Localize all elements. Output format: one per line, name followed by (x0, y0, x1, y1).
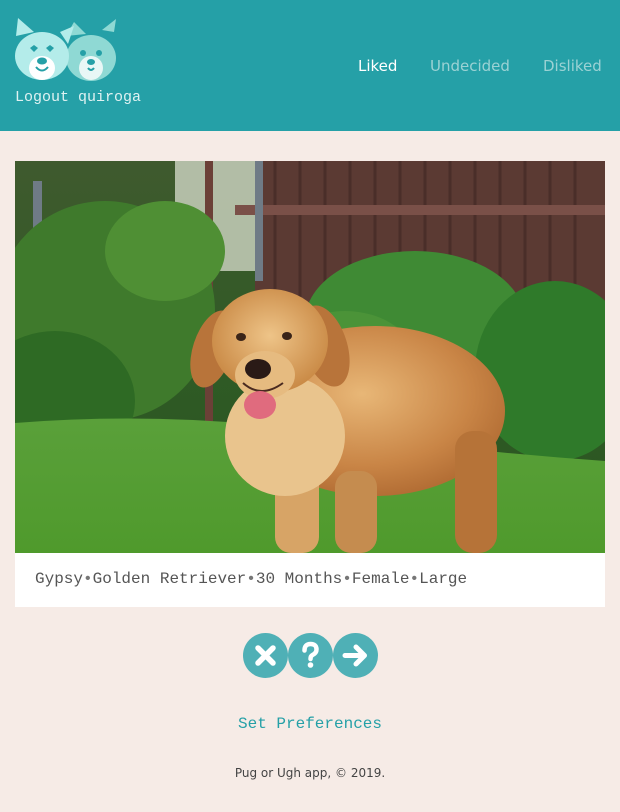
set-preferences-link[interactable]: Set Preferences (0, 715, 620, 733)
dislike-button[interactable] (243, 633, 288, 678)
separator: • (342, 570, 352, 588)
like-button[interactable] (333, 633, 378, 678)
logout-link[interactable]: Logout quiroga (15, 89, 141, 106)
dogs-logo-icon[interactable] (14, 18, 118, 82)
nav-disliked[interactable]: Disliked (543, 57, 602, 75)
dog-breed: Golden Retriever (92, 570, 247, 588)
dog-name: Gypsy (35, 570, 84, 588)
separator: • (83, 570, 93, 588)
dog-photo (15, 161, 605, 553)
x-icon (255, 645, 276, 666)
footer-text: Pug or Ugh app, © 2019. (234, 766, 386, 780)
undecided-button[interactable] (288, 633, 333, 678)
separator: • (409, 570, 420, 588)
dog-info: Gypsy•Golden Retriever•30 Months•Female•… (35, 570, 467, 588)
nav-liked[interactable]: Liked (358, 57, 397, 75)
dog-size: Large (419, 570, 468, 588)
dog-age: 30 Months (255, 570, 343, 588)
separator: • (246, 570, 256, 588)
nav-undecided[interactable]: Undecided (430, 57, 510, 75)
dog-card: Gypsy•Golden Retriever•30 Months•Female•… (15, 161, 605, 607)
dog-sex: Female (351, 570, 410, 588)
app-header: Logout quiroga Liked Undecided Disliked (0, 0, 620, 131)
question-icon (302, 641, 319, 668)
arrow-right-icon (342, 644, 367, 667)
